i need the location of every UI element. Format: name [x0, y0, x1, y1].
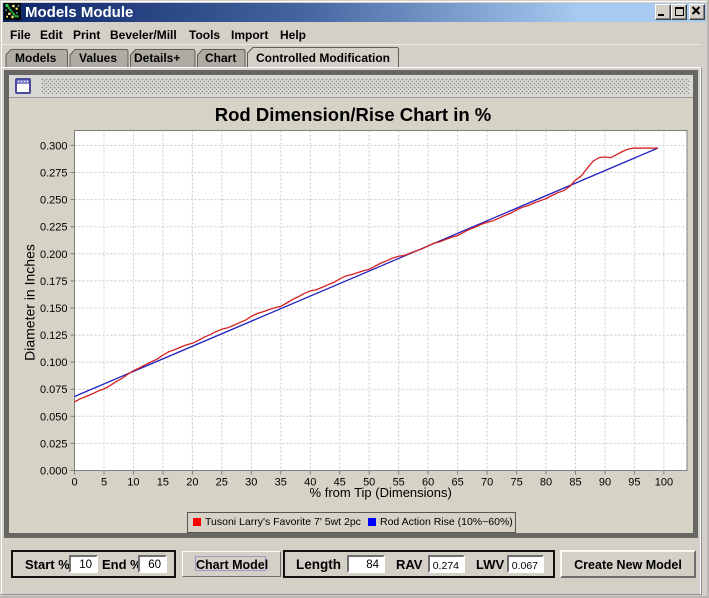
svg-text:0.275: 0.275	[40, 168, 68, 180]
svg-text:0: 0	[71, 477, 77, 489]
svg-text:70: 70	[481, 477, 493, 489]
svg-text:% from Tip (Dimensions): % from Tip (Dimensions)	[310, 485, 452, 500]
svg-text:25: 25	[216, 477, 228, 489]
svg-text:Diameter in Inches: Diameter in Inches	[22, 244, 38, 361]
svg-text:0.100: 0.100	[40, 357, 68, 369]
svg-text:5: 5	[101, 477, 107, 489]
svg-text:0.300: 0.300	[40, 140, 68, 152]
svg-text:0.200: 0.200	[40, 249, 68, 261]
svg-text:20: 20	[186, 477, 198, 489]
svg-text:0.025: 0.025	[40, 438, 68, 450]
svg-text:65: 65	[451, 477, 463, 489]
svg-text:95: 95	[628, 477, 640, 489]
svg-text:0.125: 0.125	[40, 330, 68, 342]
svg-text:75: 75	[510, 477, 522, 489]
svg-text:0.050: 0.050	[40, 411, 68, 423]
svg-text:0.175: 0.175	[40, 276, 68, 288]
svg-text:10: 10	[127, 477, 139, 489]
svg-text:0.225: 0.225	[40, 222, 68, 234]
svg-text:0.000: 0.000	[40, 466, 68, 478]
svg-text:15: 15	[157, 477, 169, 489]
svg-text:0.075: 0.075	[40, 384, 68, 396]
svg-text:0.250: 0.250	[40, 195, 68, 207]
svg-text:30: 30	[245, 477, 257, 489]
svg-text:100: 100	[655, 477, 673, 489]
svg-text:85: 85	[569, 477, 581, 489]
svg-text:0.150: 0.150	[40, 303, 68, 315]
svg-text:35: 35	[275, 477, 287, 489]
svg-text:80: 80	[540, 477, 552, 489]
svg-text:90: 90	[599, 477, 611, 489]
